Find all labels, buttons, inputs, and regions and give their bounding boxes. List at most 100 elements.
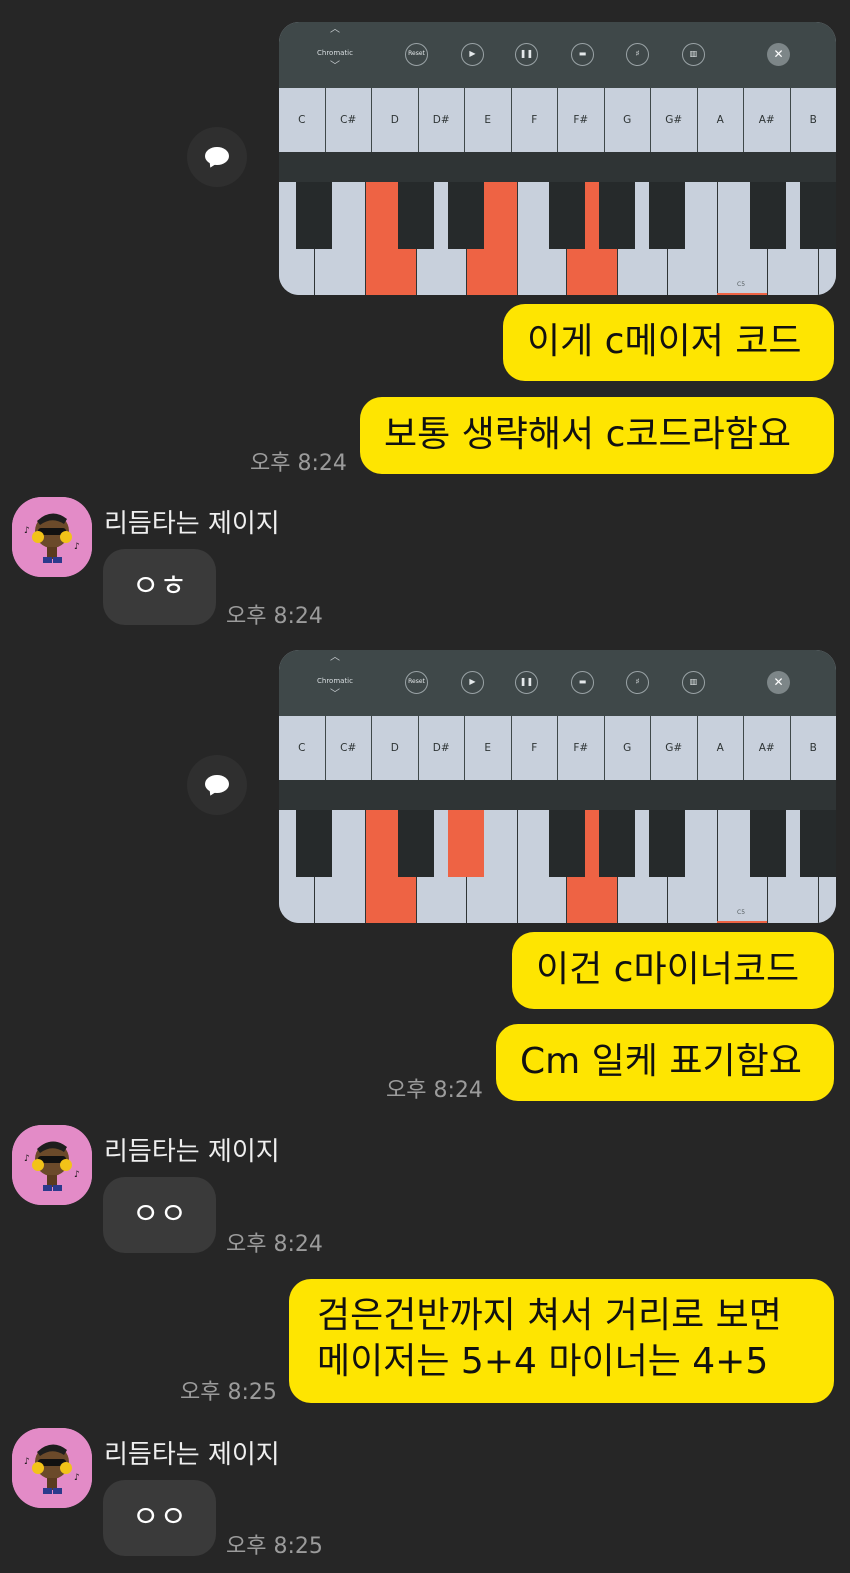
my-message-bubble[interactable]: 이게 c메이저 코드 — [503, 304, 834, 381]
piano-keyboard[interactable]: C5 — [279, 182, 836, 295]
black-key-d-sharp[interactable] — [448, 810, 484, 877]
mode-label: Chromatic — [317, 49, 353, 57]
sender-name: 리듬타는 제이지 — [104, 509, 280, 539]
piano-keyboard[interactable]: C5 — [279, 810, 836, 923]
note-label[interactable]: D — [372, 88, 419, 152]
character-avatar-icon: ♪ ♪ — [12, 1428, 92, 1508]
my-message-bubble[interactable]: 검은건반까지 쳐서 거리로 보면 메이저는 5+4 마이너는 4+5 — [289, 1279, 834, 1403]
message-timestamp: 오후 8:24 — [226, 604, 323, 629]
note-label[interactable]: E — [465, 88, 512, 152]
octave-label: C5 — [737, 909, 746, 916]
chord-icon[interactable]: ▥ — [682, 671, 705, 694]
share-button[interactable] — [187, 127, 247, 187]
received-message-bubble[interactable]: ㅇㅎ — [103, 549, 216, 625]
note-label[interactable]: C — [279, 88, 326, 152]
note-label[interactable]: C# — [325, 88, 372, 152]
chevron-up-icon[interactable]: ︿ — [329, 25, 341, 35]
message-timestamp: 오후 8:24 — [386, 1078, 483, 1103]
note-label[interactable]: A — [697, 716, 744, 780]
my-message-bubble[interactable]: 보통 생략해서 c코드라함요 — [360, 397, 834, 474]
sharp-icon[interactable]: ♯ — [626, 43, 649, 66]
play-icon[interactable]: ▶ — [461, 43, 484, 66]
svg-text:♪: ♪ — [74, 542, 80, 552]
share-button[interactable] — [187, 755, 247, 815]
avatar[interactable]: ♪ ♪ — [12, 1428, 92, 1508]
black-key[interactable] — [800, 810, 836, 877]
note-label[interactable]: B — [790, 716, 836, 780]
note-label[interactable]: D# — [418, 716, 465, 780]
my-message-bubble[interactable]: 이건 c마이너코드 — [512, 932, 834, 1009]
note-label[interactable]: A — [697, 88, 744, 152]
black-key[interactable] — [649, 182, 685, 249]
chevron-up-icon[interactable]: ︿ — [329, 653, 341, 663]
black-key[interactable] — [398, 810, 434, 877]
note-label[interactable]: F# — [558, 716, 605, 780]
note-label[interactable]: F# — [558, 88, 605, 152]
note-label[interactable]: G# — [651, 716, 698, 780]
svg-text:♪: ♪ — [74, 1170, 80, 1180]
chevron-down-icon[interactable]: ﹀ — [329, 690, 341, 700]
key-divider-strip — [279, 152, 836, 182]
note-label[interactable]: G — [604, 88, 651, 152]
sender-name: 리듬타는 제이지 — [104, 1137, 280, 1167]
black-key[interactable] — [296, 182, 332, 249]
message-timestamp: 오후 8:25 — [180, 1380, 277, 1405]
message-line: 검은건반까지 쳐서 거리로 보면 — [317, 1295, 782, 1336]
pause-icon[interactable]: ❚❚ — [515, 43, 538, 66]
note-label[interactable]: F — [511, 88, 558, 152]
note-label[interactable]: G# — [651, 88, 698, 152]
octave-indicator — [717, 921, 767, 923]
black-key[interactable] — [800, 182, 836, 249]
black-key[interactable] — [599, 810, 635, 877]
svg-text:♪: ♪ — [24, 1154, 30, 1164]
black-key[interactable] — [599, 182, 635, 249]
menu-icon[interactable]: ▬ — [571, 43, 594, 66]
reset-button[interactable]: Reset — [405, 43, 428, 66]
message-timestamp: 오후 8:24 — [226, 1232, 323, 1257]
piano-screenshot-c-major[interactable]: ︿ Chromatic ﹀ Reset ▶ ❚❚ ▬ ♯ ▥ ✕ C C# D … — [279, 22, 836, 295]
black-key[interactable] — [549, 810, 585, 877]
message-line: 메이저는 5+4 마이너는 4+5 — [317, 1341, 769, 1382]
piano-toolbar: ︿ Chromatic ﹀ Reset ▶ ❚❚ ▬ ♯ ▥ ✕ — [279, 650, 836, 716]
note-label[interactable]: D — [372, 716, 419, 780]
avatar[interactable]: ♪ ♪ — [12, 497, 92, 577]
play-icon[interactable]: ▶ — [461, 671, 484, 694]
black-key[interactable] — [398, 182, 434, 249]
octave-label: C5 — [737, 281, 746, 288]
message-timestamp: 오후 8:25 — [226, 1534, 323, 1559]
character-avatar-icon: ♪ ♪ — [12, 1125, 92, 1205]
black-key[interactable] — [549, 182, 585, 249]
sharp-icon[interactable]: ♯ — [626, 671, 649, 694]
note-label[interactable]: A# — [744, 716, 791, 780]
black-key[interactable] — [448, 182, 484, 249]
note-label[interactable]: F — [511, 716, 558, 780]
key-divider-strip — [279, 780, 836, 810]
note-label[interactable]: B — [790, 88, 836, 152]
note-label[interactable]: D# — [418, 88, 465, 152]
my-message-bubble[interactable]: Cm 일케 표기함요 — [496, 1024, 834, 1101]
avatar[interactable]: ♪ ♪ — [12, 1125, 92, 1205]
reset-button[interactable]: Reset — [405, 671, 428, 694]
pause-icon[interactable]: ❚❚ — [515, 671, 538, 694]
note-label-row: C C# D D# E F F# G G# A A# B — [279, 716, 836, 780]
note-label[interactable]: E — [465, 716, 512, 780]
received-message-bubble[interactable]: ㅇㅇ — [103, 1177, 216, 1253]
received-message-bubble[interactable]: ㅇㅇ — [103, 1480, 216, 1556]
note-label[interactable]: C — [279, 716, 326, 780]
note-label[interactable]: A# — [744, 88, 791, 152]
black-key[interactable] — [649, 810, 685, 877]
close-icon[interactable]: ✕ — [767, 671, 790, 694]
black-key[interactable] — [750, 810, 786, 877]
chevron-down-icon[interactable]: ﹀ — [329, 62, 341, 72]
black-key[interactable] — [296, 810, 332, 877]
svg-text:♪: ♪ — [24, 1457, 30, 1467]
note-label[interactable]: G — [604, 716, 651, 780]
piano-screenshot-c-minor[interactable]: ︿ Chromatic ﹀ Reset ▶ ❚❚ ▬ ♯ ▥ ✕ C C# D … — [279, 650, 836, 923]
octave-indicator — [717, 293, 767, 295]
note-label[interactable]: C# — [325, 716, 372, 780]
close-icon[interactable]: ✕ — [767, 43, 790, 66]
chord-icon[interactable]: ▥ — [682, 43, 705, 66]
menu-icon[interactable]: ▬ — [571, 671, 594, 694]
black-key[interactable] — [750, 182, 786, 249]
mode-label: Chromatic — [317, 677, 353, 685]
